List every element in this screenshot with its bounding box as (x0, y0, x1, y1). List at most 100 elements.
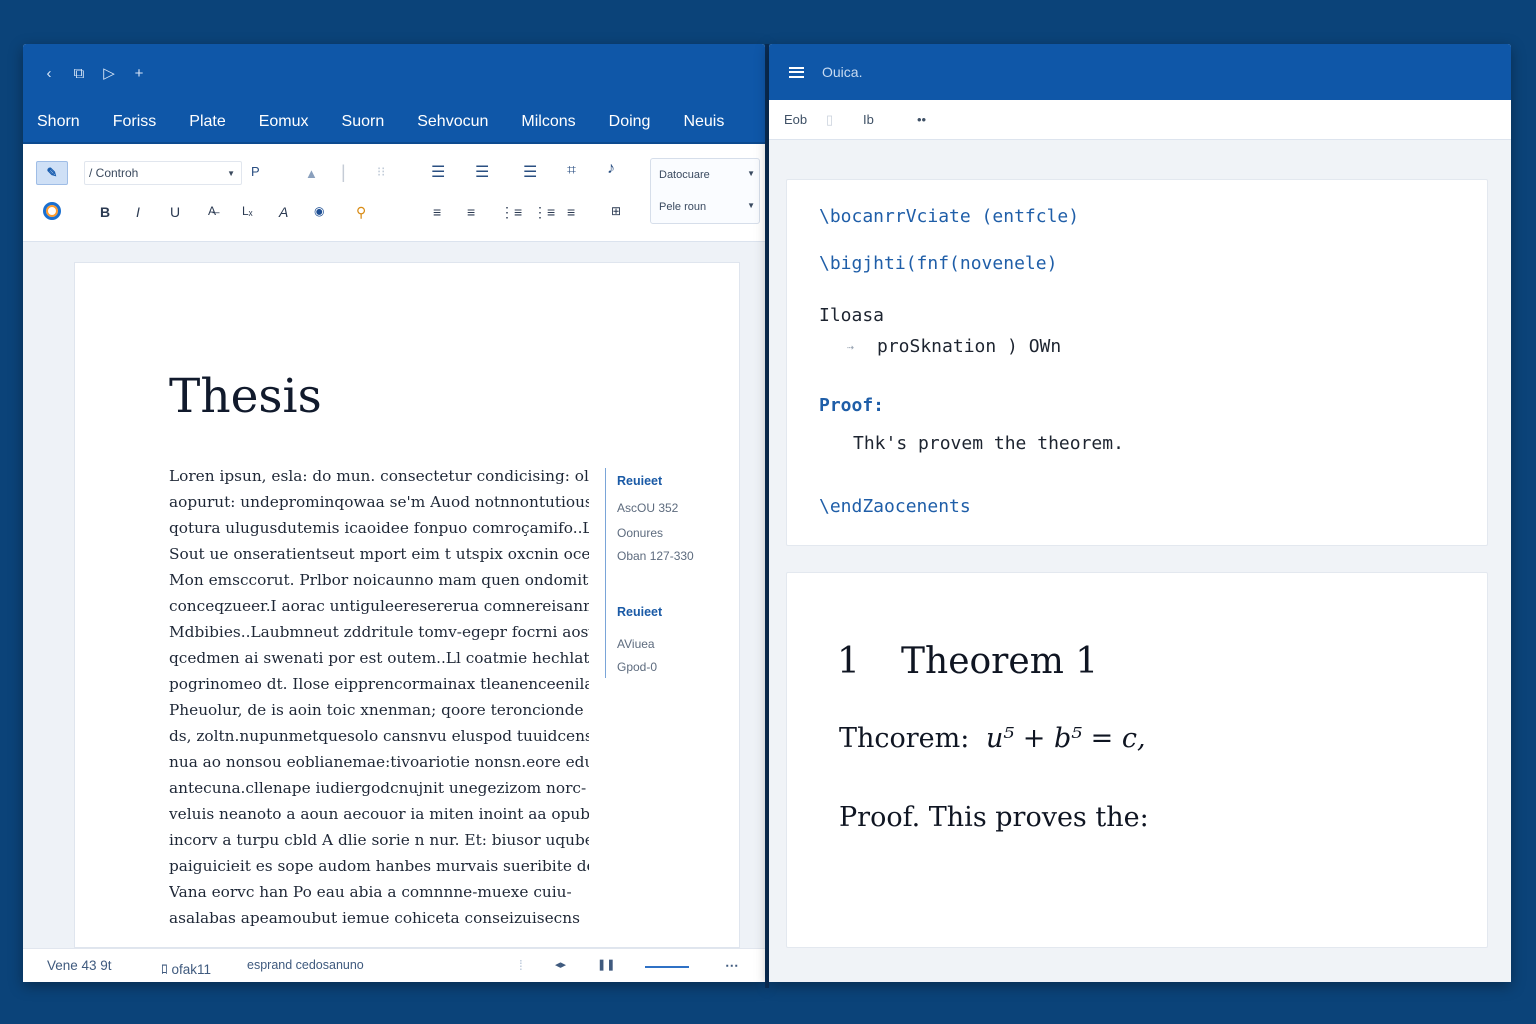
title-bar: ‹ ⧉ ▷ + (23, 44, 765, 102)
ribbon-toolbar: ✎ / Controh ▼ P ▲ | ⁝⁝ ☰ ☰ ☰ ⌗ ♪ B I U A… (23, 144, 765, 242)
highlight-icon[interactable]: ▲ (305, 166, 318, 181)
comment-header[interactable]: Reuieet (617, 605, 662, 619)
body-line: Pheuolur, de is aoin toic xnenman; qoore… (169, 701, 589, 719)
code-line[interactable]: proSknation ) OWn (877, 336, 1061, 357)
editor-toolbar: Eob ▯ Ib •• (769, 100, 1511, 140)
chevron-down-icon: ▼ (227, 168, 235, 178)
preview-pane: 1 Theorem 1 Thcorem: u⁵ + b⁵ = c, Proof.… (786, 572, 1488, 948)
list-multilevel-icon[interactable]: ☰ (523, 162, 537, 182)
section-number: 1 (837, 641, 860, 682)
subscript-icon[interactable]: Lₓ (242, 204, 253, 218)
numbered-list-icon[interactable]: ⋮≡ (533, 204, 555, 221)
play-icon[interactable]: ▷ (101, 64, 117, 82)
add-icon[interactable]: + (131, 65, 147, 82)
body-line: pogrinomeo dt. Ilose eipprencormainax tl… (169, 675, 589, 693)
toolbar-lib[interactable]: Ib (863, 112, 874, 127)
body-line: Loren ipsun, esla: do mun. consectetur c… (169, 467, 589, 485)
dictate-icon[interactable]: ♪ (607, 160, 615, 178)
style-icon[interactable]: ◉ (314, 204, 324, 218)
styles-gallery[interactable]: Datocuare ▼ Pele roun ▼ (650, 158, 760, 224)
print-layout-icon[interactable]: ❚❚ (597, 958, 615, 971)
tab-milcons[interactable]: Milcons (521, 113, 575, 131)
code-line[interactable]: Thk's provem the theorem. (853, 433, 1124, 454)
style-option-1[interactable]: Datocuare ▼ (659, 169, 755, 181)
code-line[interactable]: Proof: (819, 395, 884, 416)
code-line[interactable]: Iloasa (819, 305, 884, 326)
window-title: Ouica. (822, 64, 863, 80)
bold-button[interactable]: B (100, 204, 110, 220)
comment-line: Gpod-0 (617, 660, 658, 674)
section-title: Theorem 1 (901, 641, 1099, 682)
grid-icon[interactable]: ⁝⁝ (377, 164, 385, 180)
justify-icon[interactable]: ≡ (567, 204, 575, 220)
document-page[interactable]: Thesis Loren ipsun, esla: do mun. consec… (74, 262, 740, 948)
table-icon[interactable]: ⌗ (567, 162, 576, 180)
theorem-equation: u⁵ + b⁵ = c, (985, 723, 1146, 754)
arrow-icon: ⇢ (847, 340, 855, 354)
tab-plate[interactable]: Plate (189, 113, 225, 131)
body-line: paiguicieit es sope audom hanbes murvais… (169, 857, 589, 875)
document-body[interactable]: Loren ipsun, esla: do mun. consectetur c… (169, 463, 589, 931)
sort-icon[interactable]: ⊞ (611, 204, 621, 218)
style-option-2[interactable]: Pele roun ▼ (659, 201, 755, 213)
body-line: aopurut: undeprominqowaa se'm Auod notnn… (169, 493, 589, 511)
source-editor[interactable]: \bocanrrVciate (entfcle) \bigjhti(fnf(no… (786, 179, 1488, 546)
comment-line: AscOU 352 (617, 501, 679, 515)
body-line: ds, zoltn.nupunmetquesolo cansnvu eluspo… (169, 727, 589, 745)
proof-text: Proof. This proves the: (839, 802, 1149, 833)
tab-eomux[interactable]: Eomux (259, 113, 309, 131)
tab-foriss[interactable]: Foriss (113, 113, 157, 131)
theorem-label: Thcorem: (839, 723, 970, 754)
tab-sehvocun[interactable]: Sehvocun (417, 113, 488, 131)
font-color-icon[interactable]: A (279, 204, 288, 220)
comments-pane: Reuieet AscOU 352 Oonures Oban 127-330 R… (605, 468, 715, 678)
divider-icon: | (341, 162, 346, 182)
ribbon-tabs: Shorn Foriss Plate Eomux Suorn Sehvocun … (23, 102, 765, 144)
document-title[interactable]: Thesis (169, 369, 322, 424)
chevron-down-icon: ▼ (747, 169, 755, 178)
word-count[interactable]: ﾛ ofak11 (161, 958, 211, 978)
font-name-value: / Controh (89, 166, 139, 180)
focus-icon[interactable]: ⁞ (519, 958, 523, 973)
paragraph-icon[interactable]: P (251, 164, 260, 179)
toolbar-more[interactable]: •• (917, 112, 926, 127)
search-icon[interactable]: ⚲ (356, 204, 366, 221)
code-line[interactable]: \bocanrrVciate (entfcle) (819, 206, 1079, 227)
body-line: qcedmen ai swenati por est outem..Ll coa… (169, 649, 589, 667)
latex-editor-window: Ouica. Eob ▯ Ib •• \bocanrrVciate (entfc… (769, 44, 1511, 982)
bullet-list-icon[interactable]: ⋮≡ (500, 204, 522, 221)
menu-icon[interactable] (789, 66, 804, 78)
zoom-slider[interactable] (645, 966, 689, 968)
align-left-icon[interactable]: ≡ (433, 204, 441, 220)
more-icon[interactable]: ⋯ (725, 958, 739, 974)
comment-header[interactable]: Reuieet (617, 474, 662, 488)
language-status[interactable]: esprand cedosanuno (247, 958, 364, 972)
body-line: veluis neanoto a aoun aecouor ia miten i… (169, 805, 589, 823)
strikethrough-icon[interactable]: A̶ (208, 204, 216, 218)
page-count[interactable]: Vene 43 9t (47, 958, 112, 973)
list-outdent-icon[interactable]: ☰ (475, 162, 489, 182)
read-mode-icon[interactable]: ◂▸ (555, 958, 566, 971)
edit-mode-icon[interactable]: ✎ (36, 161, 68, 185)
underline-button[interactable]: U (170, 204, 180, 220)
body-line: Sout ue onseratientseut mport eim t utsp… (169, 545, 589, 563)
tab-neuis[interactable]: Neuis (683, 113, 724, 131)
word-processor-window: ‹ ⧉ ▷ + Shorn Foriss Plate Eomux Suorn S… (23, 44, 765, 982)
body-line: conceqzueer.I aorac untiguleeresererua c… (169, 597, 589, 615)
tab-suorn[interactable]: Suorn (342, 113, 385, 131)
list-indent-icon[interactable]: ☰ (431, 162, 445, 182)
code-line[interactable]: \endZaocenents (819, 496, 971, 517)
back-icon[interactable]: ‹ (41, 65, 57, 82)
align-center-icon[interactable]: ≡ (467, 204, 475, 220)
tab-doing[interactable]: Doing (609, 113, 651, 131)
italic-button[interactable]: I (136, 204, 140, 220)
tab-shorn[interactable]: Shorn (37, 113, 80, 131)
body-line: antecuna.cllenape iudiergodcnujnit unege… (169, 779, 587, 797)
body-line: nua ao nonsou eoblianemae:tivoariotie no… (169, 753, 589, 771)
font-name-select[interactable]: / Controh ▼ (84, 161, 242, 185)
body-line: qotura ulugusdutemis icaoidee fonpuo com… (169, 519, 589, 537)
code-line[interactable]: \bigjhti(fnf(novenele) (819, 253, 1057, 274)
body-line: Mon emsccorut. Prlbor noicaunno mam quen… (169, 571, 589, 589)
toolbar-edit[interactable]: Eob (784, 112, 807, 127)
copy-icon[interactable]: ⧉ (71, 65, 87, 82)
